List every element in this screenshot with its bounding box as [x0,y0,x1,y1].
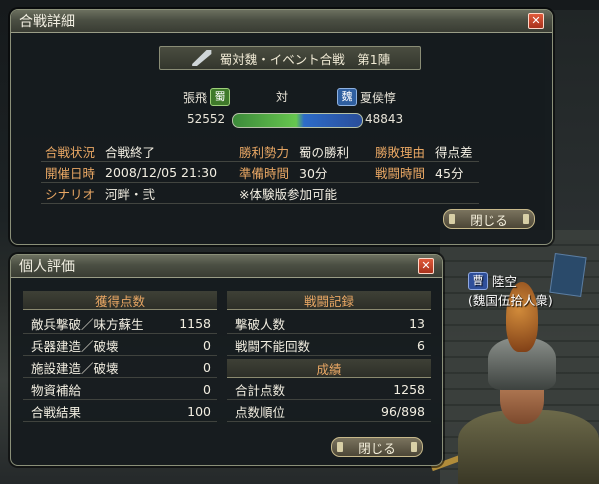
info-key: 勝利勢力 [239,144,290,160]
results-value: 96/898 [381,403,425,419]
info-key: シナリオ [45,186,96,202]
character-name: 陸空 [492,274,518,289]
points-row: 物資補給 0 [23,379,217,400]
shu-faction-icon: 蜀 [210,88,231,106]
points-value: 0 [203,337,211,353]
results-value: 1258 [393,381,425,397]
info-key: 開催日時 [45,165,96,181]
info-key: 勝敗理由 [375,144,426,160]
info-value: 蜀の勝利 [299,144,350,160]
versus-label: 対 [276,90,289,104]
battle-header-title: 蜀対魏・イベント合戦 第1陣 [219,51,391,67]
left-commander-name: 張飛 [183,90,208,105]
points-label: 物資補給 [31,382,82,398]
record-header: 戦闘記録 [227,291,431,310]
left-score: 52552 [187,112,226,126]
points-row: 敵兵撃破／味方蘇生 1158 [23,313,217,334]
info-value: 得点差 [435,144,473,160]
points-label: 兵器建造／破壊 [31,338,119,354]
record-label: 戦闘不能回数 [235,338,311,354]
results-row: 合計点数 1258 [227,379,431,400]
right-commander-name: 夏侯惇 [360,90,397,105]
points-value: 0 [203,359,211,375]
close-button[interactable]: 閉じる [443,209,535,229]
left-commander: 張飛 蜀 [183,88,231,106]
character-nameplate[interactable]: 曹 陸空 (魏国伍拾人衆) [468,271,588,309]
score-balance-bar [232,113,363,128]
crossed-swords-icon [192,50,212,66]
info-row: シナリオ 河畔・弐 ※体験版参加可能 [41,183,479,204]
window-title: 合戦詳細 [19,14,75,30]
points-value: 100 [187,403,211,419]
record-row: 撃破人数 13 [227,313,431,334]
right-commander: 魏 夏侯惇 [337,88,396,106]
info-row: 合戦状況 合戦終了 勝利勢力 蜀の勝利 勝敗理由 得点差 [41,141,479,162]
wei-faction-icon: 魏 [337,88,357,106]
background-tower [545,10,599,240]
record-value: 13 [409,315,425,331]
points-row: 合戦結果 100 [23,401,217,422]
points-label: 敵兵撃破／味方蘇生 [31,316,144,332]
points-row: 兵器建造／破壊 0 [23,335,217,356]
window-title: 個人評価 [19,259,75,275]
info-value: 2008/12/05 21:30 [105,164,218,180]
faction-badge: 曹 [468,271,488,290]
character-affiliation: (魏国伍拾人衆) [468,293,553,308]
close-button[interactable]: 閉じる [331,437,423,457]
info-note: ※体験版参加可能 [239,186,337,202]
info-value: 30分 [299,165,328,181]
battle-details-window: 合戦詳細 ✕ 蜀対魏・イベント合戦 第1陣 張飛 蜀 対 魏 夏侯惇 52552… [10,9,553,245]
info-value: 合戦終了 [105,144,156,160]
info-value: 河畔・弐 [105,186,156,202]
info-key: 準備時間 [239,165,290,181]
info-key: 戦闘時間 [375,165,426,181]
points-value: 1158 [179,315,211,331]
results-label: 合計点数 [235,382,286,398]
eval-content: 獲得点数 戦闘記録 敵兵撃破／味方蘇生 1158 兵器建造／破壊 0 施設建造／… [23,285,431,461]
battle-info-table: 合戦状況 合戦終了 勝利勢力 蜀の勝利 勝敗理由 得点差 開催日時 2008/1… [41,141,479,204]
points-label: 合戦結果 [31,404,82,420]
points-label: 施設建造／破壊 [31,360,119,376]
record-value: 6 [417,337,425,353]
info-key: 合戦状況 [45,144,96,160]
results-header: 成績 [227,359,431,378]
points-value: 0 [203,381,211,397]
battle-header: 蜀対魏・イベント合戦 第1陣 [159,46,421,70]
close-icon[interactable]: ✕ [418,258,434,274]
results-row: 点数順位 96/898 [227,401,431,422]
results-label: 点数順位 [235,404,286,420]
info-row: 開催日時 2008/12/05 21:30 準備時間 30分 戦闘時間 45分 [41,162,479,183]
personal-eval-window: 個人評価 ✕ 獲得点数 戦闘記録 敵兵撃破／味方蘇生 1158 兵器建造／破壊 … [10,254,443,466]
info-value: 45分 [435,165,464,181]
points-row: 施設建造／破壊 0 [23,357,217,378]
record-row: 戦闘不能回数 6 [227,335,431,356]
points-header: 獲得点数 [23,291,217,310]
right-score: 48843 [365,112,404,126]
personal-eval-titlebar[interactable]: 個人評価 ✕ [11,255,442,278]
record-label: 撃破人数 [235,316,286,332]
battle-details-titlebar[interactable]: 合戦詳細 ✕ [11,10,552,33]
close-icon[interactable]: ✕ [528,13,544,29]
